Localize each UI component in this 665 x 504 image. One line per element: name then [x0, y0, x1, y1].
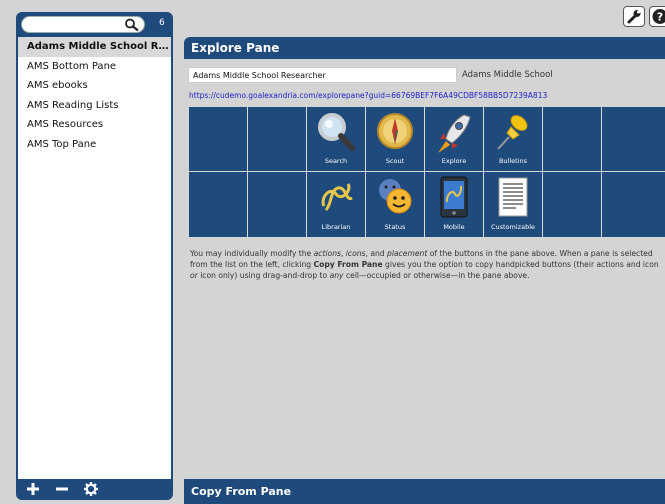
grid-cell-empty[interactable]	[543, 172, 602, 238]
pane-list-sidebar: 6 Adams Middle School Researcher AMS Bot…	[16, 12, 173, 500]
list-item[interactable]: AMS Bottom Pane	[18, 57, 171, 77]
grid-cell-mobile[interactable]: Mobile	[425, 172, 484, 238]
cell-label: Status	[384, 223, 406, 231]
grid-cell-empty[interactable]	[248, 107, 307, 172]
pane-name-field[interactable]	[188, 67, 457, 83]
svg-text:?: ?	[657, 11, 663, 24]
smiley-faces-icon	[379, 179, 412, 214]
cell-label: Search	[324, 157, 348, 165]
cell-label: Librarian	[321, 223, 351, 231]
grid-cell-scout[interactable]: Scout	[366, 107, 425, 172]
grid-cell-librarian[interactable]: Librarian	[307, 172, 366, 238]
grid-cell-explore[interactable]: Explore	[425, 107, 484, 172]
grid-cell-empty[interactable]	[602, 172, 665, 238]
grid-cell-status[interactable]: Status	[366, 172, 425, 238]
list-item[interactable]: AMS Resources	[18, 115, 171, 135]
main-panel: Explore Pane Adams Middle School https:/…	[184, 37, 665, 504]
cell-label: Mobile	[443, 223, 465, 231]
document-icon	[498, 177, 528, 217]
grid-cell-empty[interactable]	[602, 107, 665, 172]
school-name: Adams Middle School	[462, 70, 553, 80]
search-icon[interactable]	[124, 18, 140, 32]
cell-label: Scout	[385, 157, 405, 165]
grid-cell-empty[interactable]	[248, 172, 307, 238]
grid-cell-search[interactable]: Search	[307, 107, 366, 172]
help-button[interactable]: ?	[649, 6, 665, 27]
gear-icon[interactable]	[83, 481, 99, 497]
wrench-icon	[627, 10, 641, 24]
grid-cell-bulletins[interactable]: Bulletins	[484, 107, 543, 172]
grid-cell-empty[interactable]	[189, 107, 248, 172]
cell-label: Explore	[441, 157, 467, 165]
rocket-icon	[438, 114, 471, 153]
grid-cell-empty[interactable]	[189, 172, 248, 238]
list-item[interactable]: AMS Top Pane	[18, 135, 171, 155]
sidebar-footer	[16, 479, 173, 500]
magnifier-icon	[318, 113, 355, 151]
pane-title: Explore Pane	[184, 37, 665, 59]
compass-icon	[377, 113, 413, 149]
list-item[interactable]: AMS ebooks	[18, 76, 171, 96]
button-grid: Search Scout Explore Bulletins Librarian…	[189, 107, 665, 238]
list-item[interactable]: AMS Reading Lists	[18, 96, 171, 116]
grid-cell-empty[interactable]	[543, 107, 602, 172]
alexandria-logo-icon	[321, 183, 353, 212]
pane-url-link[interactable]: https://cudemo.goalexandria.com/explorep…	[189, 91, 547, 100]
minus-icon[interactable]	[54, 481, 70, 497]
grid-cell-customizable[interactable]: Customizable	[484, 172, 543, 238]
copy-from-pane-header[interactable]: Copy From Pane	[184, 479, 665, 504]
tools-button[interactable]	[623, 6, 645, 27]
list-item[interactable]: Adams Middle School Researcher	[18, 37, 171, 57]
pushpin-icon	[497, 115, 528, 150]
cell-label: Customizable	[490, 223, 536, 231]
help-description: You may individually modify the actions,…	[190, 249, 659, 280]
search-input[interactable]	[21, 16, 145, 33]
cell-label: Bulletins	[498, 157, 528, 165]
plus-icon[interactable]	[25, 481, 41, 497]
mobile-phone-icon	[440, 176, 468, 218]
help-icon: ?	[652, 9, 665, 24]
pane-list: Adams Middle School Researcher AMS Botto…	[18, 37, 171, 479]
result-count: 6	[159, 18, 165, 28]
